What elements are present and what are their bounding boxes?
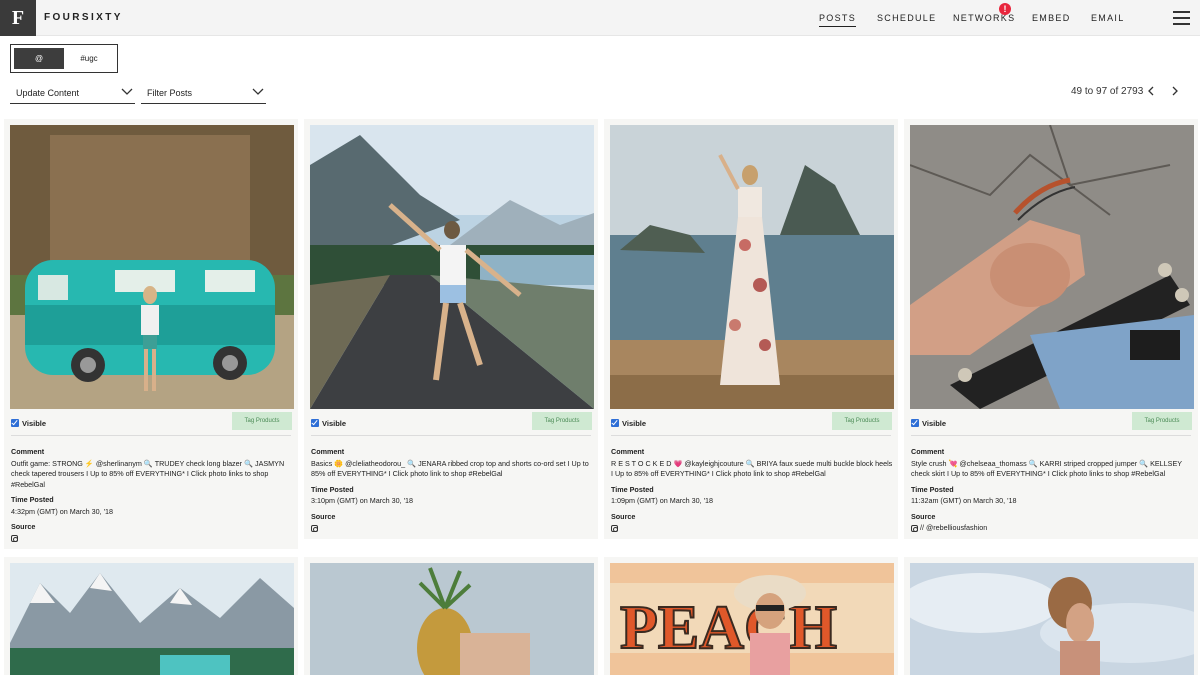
post-photo[interactable] xyxy=(10,563,294,675)
visible-checkbox-row[interactable]: Visible xyxy=(311,417,346,429)
visible-checkbox[interactable] xyxy=(311,419,319,427)
foursixty-logo[interactable]: F xyxy=(0,0,36,36)
post-time: 4:32pm (GMT) on March 30, '18 xyxy=(11,506,114,516)
update-content-dropdown[interactable]: Update Content xyxy=(10,84,135,104)
chevron-left-icon[interactable] xyxy=(1146,86,1156,96)
visible-checkbox-row[interactable]: Visible xyxy=(911,417,946,429)
comment-heading: Comment xyxy=(611,447,645,456)
filter-posts-label: Filter Posts xyxy=(147,88,193,98)
post-photo[interactable] xyxy=(310,125,594,409)
nav-email[interactable]: EMAIL xyxy=(1091,13,1125,23)
post-comment: R E S T O C K E D 💗 @kayleighjcouture 🔍 … xyxy=(611,458,893,479)
source-heading: Source xyxy=(611,511,636,521)
visible-checkbox[interactable] xyxy=(11,419,19,427)
toggle-ugc-option[interactable]: #ugc xyxy=(64,48,114,69)
card-divider xyxy=(611,435,891,436)
visible-label: Visible xyxy=(622,418,647,428)
post-card: Visible Tag Products Comment Style crush… xyxy=(904,119,1198,539)
post-photo[interactable] xyxy=(10,125,294,409)
post-comment: Style crush 💘 @chelseaa_thomass 🔍 KARRI … xyxy=(911,458,1182,479)
update-content-label: Update Content xyxy=(16,88,80,98)
tag-products-button[interactable]: Tag Products xyxy=(532,412,592,430)
post-card: Visible Tag Products Comment Basics 🌼 @c… xyxy=(304,119,598,539)
time-posted-heading: Time Posted xyxy=(311,484,354,494)
chevron-down-icon xyxy=(121,88,133,95)
post-time: 3:10pm (GMT) on March 30, '18 xyxy=(311,496,414,505)
post-photo[interactable] xyxy=(910,563,1194,675)
post-photo[interactable]: PEACH xyxy=(610,563,894,675)
visible-label: Visible xyxy=(322,418,347,428)
post-card xyxy=(4,557,298,675)
post-meta: Comment R E S T O C K E D 💗 @kayleighjco… xyxy=(611,447,893,534)
toggle-at-option[interactable]: @ xyxy=(14,48,64,69)
brand-name: FOURSIXTY xyxy=(44,12,123,23)
chevron-right-icon[interactable] xyxy=(1170,86,1180,96)
visible-checkbox[interactable] xyxy=(911,419,919,427)
post-time: 1:09pm (GMT) on March 30, '18 xyxy=(611,496,714,505)
card-divider xyxy=(911,435,1191,436)
source-heading: Source xyxy=(11,522,36,531)
instagram-icon[interactable] xyxy=(911,524,918,532)
nav-posts[interactable]: POSTS xyxy=(819,13,857,27)
source-heading: Source xyxy=(911,511,936,521)
top-navigation-bar: F FOURSIXTY POSTS SCHEDULE NETWORKS ! EM… xyxy=(0,0,1200,36)
instagram-icon[interactable] xyxy=(311,524,318,532)
time-posted-heading: Time Posted xyxy=(911,484,954,494)
filter-posts-dropdown[interactable]: Filter Posts xyxy=(141,84,266,104)
card-divider xyxy=(11,435,291,436)
post-card xyxy=(304,557,598,675)
post-photo[interactable] xyxy=(310,563,594,675)
tag-products-button[interactable]: Tag Products xyxy=(1132,412,1192,430)
card-divider xyxy=(311,435,591,436)
post-comment: Basics 🌼 @cleliatheodorou_ 🔍 JENARA ribb… xyxy=(311,458,589,479)
handle-hashtag-toggle: @ #ugc xyxy=(10,44,118,73)
post-card: PEACH xyxy=(604,557,898,675)
visible-label: Visible xyxy=(22,418,47,428)
post-meta: Comment Basics 🌼 @cleliatheodorou_ 🔍 JEN… xyxy=(311,447,593,534)
hamburger-menu-icon[interactable] xyxy=(1173,11,1190,25)
post-comment: Outfit game: STRONG ⚡ @sherlinanym 🔍 TRU… xyxy=(11,458,285,489)
source-heading: Source xyxy=(311,511,336,521)
post-meta: Comment Outfit game: STRONG ⚡ @sherlinan… xyxy=(11,447,293,544)
post-source: // @rebelliousfashion xyxy=(920,523,988,532)
time-posted-heading: Time Posted xyxy=(11,495,54,504)
post-card xyxy=(904,557,1198,675)
comment-heading: Comment xyxy=(911,447,945,456)
visible-checkbox-row[interactable]: Visible xyxy=(611,417,646,429)
comment-heading: Comment xyxy=(11,447,45,456)
networks-alert-badge: ! xyxy=(999,3,1011,15)
visible-checkbox-row[interactable]: Visible xyxy=(11,417,46,429)
post-meta: Comment Style crush 💘 @chelseaa_thomass … xyxy=(911,447,1193,534)
pagination-range: 49 to 97 of 2793 xyxy=(1071,86,1144,97)
instagram-icon[interactable] xyxy=(11,535,18,543)
chevron-down-icon xyxy=(252,88,264,95)
tag-products-button[interactable]: Tag Products xyxy=(832,412,892,430)
post-photo[interactable] xyxy=(910,125,1194,409)
visible-label: Visible xyxy=(922,418,947,428)
time-posted-heading: Time Posted xyxy=(611,484,654,494)
tag-products-button[interactable]: Tag Products xyxy=(232,412,292,430)
nav-schedule[interactable]: SCHEDULE xyxy=(877,13,936,23)
svg-text:PEACH: PEACH xyxy=(620,594,837,662)
post-photo[interactable] xyxy=(610,125,894,409)
instagram-icon[interactable] xyxy=(611,524,618,532)
nav-embed[interactable]: EMBED xyxy=(1032,13,1071,23)
visible-checkbox[interactable] xyxy=(611,419,619,427)
post-card: Visible Tag Products Comment R E S T O C… xyxy=(604,119,898,539)
post-card: Visible Tag Products Comment Outfit game… xyxy=(4,119,298,549)
post-time: 11:32am (GMT) on March 30, '18 xyxy=(911,496,1017,505)
comment-heading: Comment xyxy=(311,447,345,456)
